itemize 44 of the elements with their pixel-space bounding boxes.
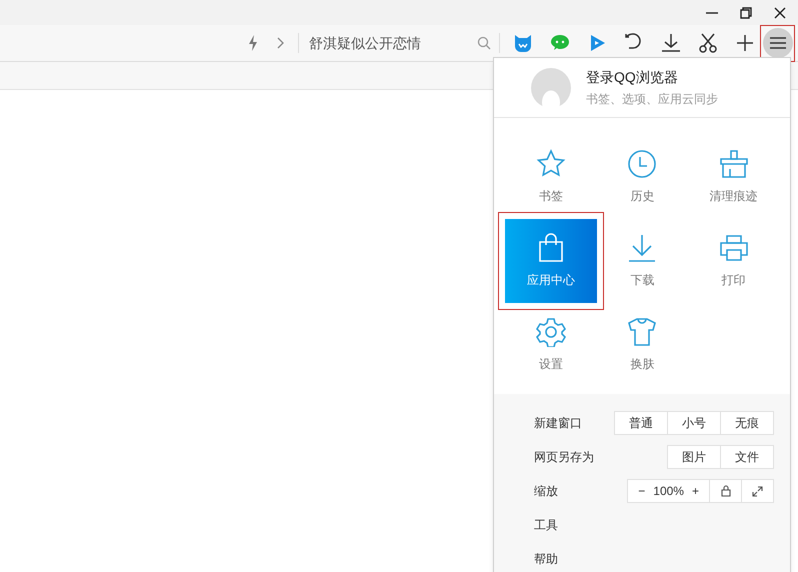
download-icon	[627, 233, 658, 263]
zoom-value: 100%	[653, 483, 684, 500]
plus-icon[interactable]	[734, 32, 756, 54]
zoom-in-button[interactable]: +	[692, 482, 699, 500]
bag-icon	[536, 233, 566, 263]
menu-entry[interactable]: 工具	[534, 508, 774, 542]
shirt-icon	[627, 317, 658, 347]
broom-icon	[718, 149, 749, 179]
option-button[interactable]: 文件	[720, 445, 774, 469]
search-text[interactable]: 舒淇疑似公开恋情	[309, 32, 477, 54]
chevron-right-icon[interactable]	[276, 37, 284, 49]
option-label: 网页另存为	[534, 449, 595, 466]
zoom-out-button[interactable]: −	[638, 482, 646, 500]
menu-icon	[770, 37, 786, 49]
option-button[interactable]: 无痕	[720, 411, 774, 435]
menu-grid-item[interactable]: 下载	[596, 219, 688, 303]
star-icon	[536, 149, 566, 179]
option-label: 缩放	[534, 483, 559, 500]
menu-grid-item[interactable]: 书签	[505, 135, 597, 219]
lightning-icon[interactable]	[248, 35, 258, 51]
option-button[interactable]: 图片	[667, 445, 721, 469]
lock-icon	[720, 485, 730, 497]
cat-icon[interactable]	[512, 32, 534, 54]
menu-grid-item[interactable]: 应用中心	[505, 219, 597, 303]
option-label: 新建窗口	[534, 415, 583, 432]
close-icon[interactable]	[774, 6, 786, 18]
search-icon[interactable]	[477, 36, 491, 50]
menu-grid-item[interactable]: 历史	[596, 135, 688, 219]
download-icon[interactable]	[660, 32, 682, 54]
restore-icon[interactable]	[740, 6, 752, 18]
menu-grid-item[interactable]: 打印	[688, 219, 780, 303]
printer-icon	[718, 233, 749, 263]
expand-icon	[752, 486, 763, 496]
option-button[interactable]: 普通	[614, 411, 668, 435]
menu-grid-item[interactable]: 设置	[505, 303, 597, 387]
clock-icon	[627, 149, 658, 179]
menu-entry[interactable]: 帮助	[534, 542, 774, 572]
login-title[interactable]: 登录QQ浏览器	[586, 67, 718, 88]
menu-grid-item[interactable]: 换肤	[596, 303, 688, 387]
scissors-icon[interactable]	[697, 32, 719, 54]
gear-icon	[536, 317, 566, 347]
option-button[interactable]: 小号	[667, 411, 721, 435]
menu-grid-item[interactable]: 清理痕迹	[688, 135, 780, 219]
login-subtitle: 书签、选项、应用云同步	[586, 91, 718, 108]
